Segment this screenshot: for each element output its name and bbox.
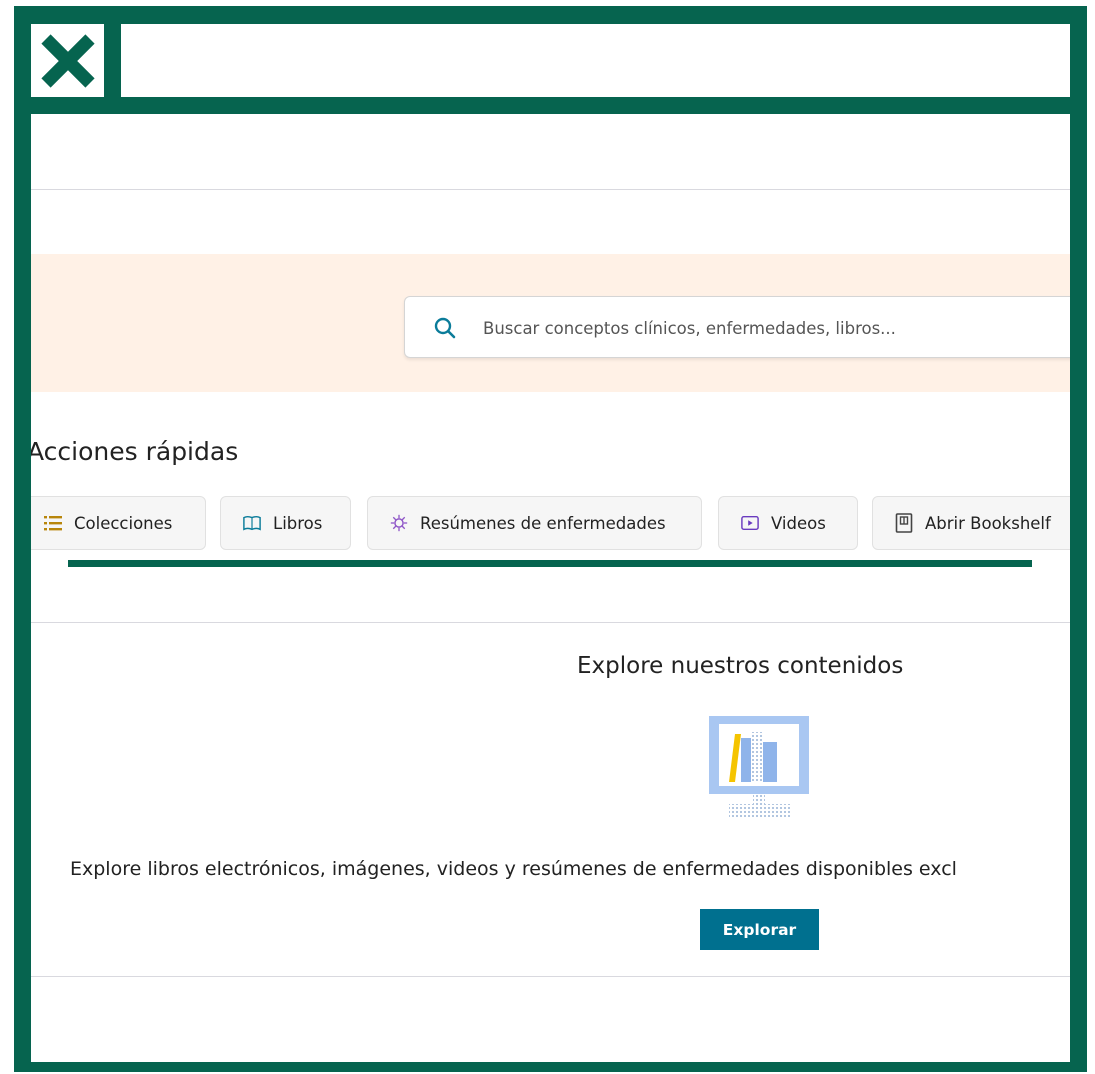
quick-action-colecciones[interactable]: Colecciones — [31, 496, 206, 550]
quick-action-label: Colecciones — [74, 513, 173, 533]
monitor-books-icon — [709, 716, 809, 818]
quick-action-label: Resúmenes de enfermedades — [420, 513, 666, 533]
quick-action-bookshelf[interactable]: Abrir Bookshelf — [872, 496, 1070, 550]
page-viewport: Acciones rápidas Colecciones Libros — [31, 114, 1070, 1062]
quick-action-label: Abrir Bookshelf — [925, 513, 1051, 533]
quick-action-videos[interactable]: Videos — [718, 496, 858, 550]
top-bar — [121, 24, 1070, 97]
explore-title: Explore nuestros contenidos — [577, 653, 904, 679]
video-icon — [741, 514, 759, 532]
quick-action-label: Libros — [273, 513, 323, 533]
book-icon — [243, 514, 261, 532]
bookshelf-icon — [895, 513, 913, 533]
explore-description: Explore libros electrónicos, imágenes, v… — [70, 858, 957, 880]
list-icon — [44, 514, 62, 532]
quick-action-label: Videos — [771, 513, 826, 533]
quick-action-libros[interactable]: Libros — [220, 496, 351, 550]
divider — [31, 622, 1070, 623]
virus-icon — [390, 514, 408, 532]
quick-action-resumenes[interactable]: Resúmenes de enfermedades — [367, 496, 702, 550]
search-icon — [434, 317, 456, 339]
explore-button[interactable]: Explorar — [700, 909, 819, 950]
quick-actions-title: Acciones rápidas — [31, 437, 239, 466]
search-input[interactable] — [481, 297, 1070, 359]
divider — [31, 189, 1070, 190]
close-button[interactable] — [31, 24, 104, 97]
search-box[interactable] — [404, 296, 1070, 359]
close-icon — [40, 33, 95, 88]
divider — [31, 976, 1070, 977]
quick-actions-underline — [68, 560, 1032, 567]
